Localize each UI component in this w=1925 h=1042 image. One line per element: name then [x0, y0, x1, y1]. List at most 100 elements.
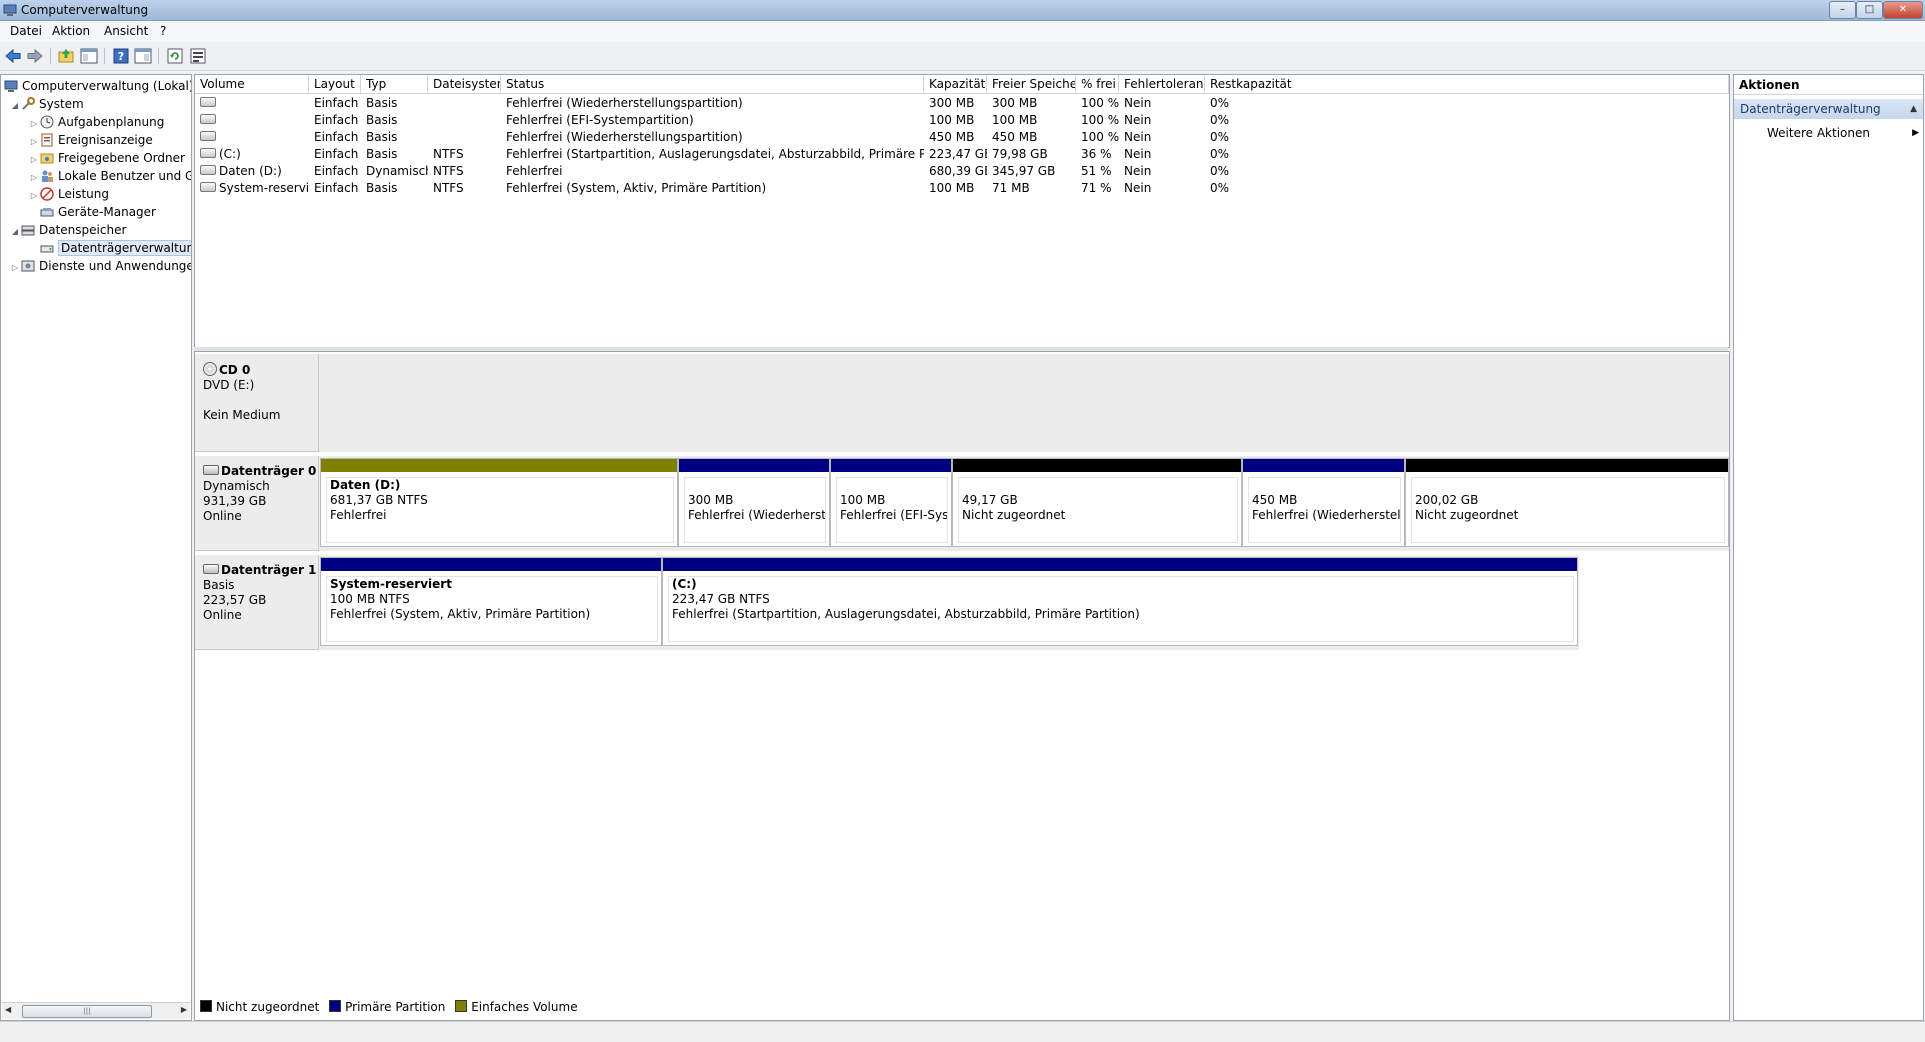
close-button[interactable]: ✕ [1883, 1, 1923, 19]
volume-icon [200, 165, 216, 175]
disk-state: Online [203, 608, 242, 622]
tree-item-system[interactable]: ◢ System [9, 95, 84, 113]
column-header-volume[interactable]: Volume [195, 75, 309, 93]
partition-unallocated-200gb[interactable]: 200,02 GB Nicht zugeordnet [1405, 458, 1729, 547]
free-space-cell: 71 MB [992, 181, 1030, 195]
tree-item-freigegebene-ordner[interactable]: ▷ Freigegebene Ordner [28, 149, 185, 167]
partition-unallocated-49gb[interactable]: 49,17 GB Nicht zugeordnet [952, 458, 1242, 547]
title-bar: Computerverwaltung – □ ✕ [0, 0, 1925, 21]
overhead-cell: 0% [1210, 164, 1230, 178]
percent-free-cell: 100 % [1081, 130, 1119, 144]
column-header-layout[interactable]: Layout [309, 75, 361, 93]
tree-item-label: Ereignisanzeige [58, 133, 153, 147]
expand-icon[interactable]: ▷ [9, 259, 21, 277]
partition-c[interactable]: (C:) 223,47 GB NTFS Fehlerfrei (Startpar… [662, 557, 1578, 646]
help-icon[interactable]: ? [111, 47, 131, 65]
tree-horizontal-scrollbar[interactable]: ◀ ||| ▶ [2, 1002, 190, 1019]
forward-arrow-icon[interactable] [25, 47, 45, 65]
filesystem-cell: NTFS [433, 181, 464, 195]
scrollbar-thumb[interactable]: ||| [22, 1005, 152, 1018]
window-title: Computerverwaltung [21, 3, 149, 17]
refresh-icon[interactable] [165, 47, 185, 65]
partition-name: System-reserviert [330, 577, 452, 591]
volume-cell: System-reserviert [195, 180, 309, 197]
actions-section-datentraegerverwaltung[interactable]: Datenträgerverwaltung ▲ [1734, 99, 1923, 119]
volume-row[interactable]: Einfach Basis Fehlerfrei (Wiederherstell… [195, 129, 1729, 146]
collapse-icon[interactable]: ◢ [9, 223, 21, 241]
tree-root[interactable]: Computerverwaltung (Lokal) [4, 77, 191, 95]
tools-icon [21, 97, 35, 111]
tree-item-ereignisanzeige[interactable]: ▷ Ereignisanzeige [28, 131, 153, 149]
overhead-cell: 0% [1210, 181, 1230, 195]
tree-item-geraete-manager[interactable]: Geräte-Manager [28, 203, 156, 221]
partition-color-bar [1243, 459, 1404, 472]
volume-row[interactable]: System-reserviert Einfach Basis NTFS Feh… [195, 180, 1729, 197]
disk-name: CD 0 [219, 363, 251, 377]
column-header-fehlertoleranz[interactable]: Fehlertoleranz [1119, 75, 1205, 93]
tree-item-lokale-benutzer[interactable]: ▷ Lokale Benutzer und Gr [28, 167, 191, 185]
show-hide-tree-icon[interactable] [79, 47, 99, 65]
scroll-left-icon[interactable]: ◀ [5, 1005, 11, 1014]
svg-text:?: ? [118, 50, 124, 63]
cd0-body [319, 354, 1729, 452]
partition-recovery-450mb[interactable]: 450 MB Fehlerfrei (Wiederherstellun [1242, 458, 1405, 547]
column-header-status[interactable]: Status [501, 75, 924, 93]
collapse-icon[interactable]: ◢ [9, 97, 21, 115]
disk-type: Basis [203, 578, 235, 592]
tree-item-aufgabenplanung[interactable]: ▷ Aufgabenplanung [28, 113, 164, 131]
percent-free-cell: 36 % [1081, 147, 1112, 161]
disk-type: DVD (E:) [203, 378, 255, 392]
maximize-button[interactable]: □ [1856, 1, 1883, 19]
column-header-prozent-frei[interactable]: % frei [1076, 75, 1119, 93]
volume-row[interactable]: Einfach Basis Fehlerfrei (Wiederherstell… [195, 95, 1729, 112]
volume-row[interactable]: Daten (D:) Einfach Dynamisch NTFS Fehler… [195, 163, 1729, 180]
partition-status: Fehlerfrei (Startpartition, Auslagerungs… [672, 607, 1140, 621]
minimize-button[interactable]: – [1829, 1, 1856, 19]
column-header-restkapazitaet[interactable]: Restkapazität [1205, 75, 1729, 93]
show-hide-action-pane-icon[interactable] [133, 47, 153, 65]
disk-row-disk1: Datenträger 1 Basis 223,57 GB Online Sys… [195, 555, 1729, 650]
partition-recovery-300mb[interactable]: 300 MB Fehlerfrei (Wiederherstellu [678, 458, 830, 547]
partition-system-reserviert[interactable]: System-reserviert 100 MB NTFS Fehlerfrei… [320, 557, 662, 646]
partition-daten-d[interactable]: Daten (D:) 681,37 GB NTFS Fehlerfrei [320, 458, 678, 547]
menu-datei[interactable]: Datei [10, 24, 42, 38]
disk-label-disk1[interactable]: Datenträger 1 Basis 223,57 GB Online [195, 555, 319, 650]
column-header-freier-speicher[interactable]: Freier Speicher [987, 75, 1076, 93]
column-header-typ[interactable]: Typ [361, 75, 428, 93]
tree-item-label: Freigegebene Ordner [58, 151, 185, 165]
disk-label-cd0[interactable]: CD 0 DVD (E:) Kein Medium [195, 354, 319, 452]
disk-size: 223,57 GB [203, 593, 267, 607]
collapse-up-icon[interactable]: ▲ [1910, 99, 1917, 119]
action-weitere-aktionen[interactable]: Weitere Aktionen ▶ [1734, 123, 1923, 143]
properties-icon[interactable] [188, 47, 208, 65]
tree-item-datenspeicher[interactable]: ◢ Datenspeicher [9, 221, 126, 239]
fault-tolerance-cell: Nein [1124, 113, 1152, 127]
menu-aktion[interactable]: Aktion [52, 24, 90, 38]
tree-item-datentraegerverwaltung[interactable]: Datenträgerverwaltung [28, 239, 191, 257]
partition-color-bar [663, 558, 1577, 571]
disk-state: Online [203, 509, 242, 523]
tree-item-leistung[interactable]: ▷ Leistung [28, 185, 109, 203]
scroll-right-icon[interactable]: ▶ [181, 1005, 187, 1014]
free-space-cell: 300 MB [992, 96, 1038, 110]
partition-efi-100mb[interactable]: 100 MB Fehlerfrei (EFI-Syster [830, 458, 952, 547]
layout-cell: Einfach [314, 147, 359, 161]
menu-ansicht[interactable]: Ansicht [104, 24, 148, 38]
disk-label-disk0[interactable]: Datenträger 0 Dynamisch 931,39 GB Online [195, 456, 319, 551]
partition-size: 49,17 GB [962, 493, 1018, 507]
back-arrow-icon[interactable] [3, 47, 23, 65]
disk-state: Kein Medium [203, 408, 281, 422]
volume-row[interactable]: (C:) Einfach Basis NTFS Fehlerfrei (Star… [195, 146, 1729, 163]
up-folder-icon[interactable] [56, 47, 76, 65]
device-manager-icon [40, 205, 54, 219]
volume-row[interactable]: Einfach Basis Fehlerfrei (EFI-Systempart… [195, 112, 1729, 129]
column-header-dateisystem[interactable]: Dateisystem [428, 75, 501, 93]
legend-swatch [455, 1000, 468, 1012]
status-cell: Fehlerfrei (Wiederherstellungspartition) [506, 130, 743, 144]
menu-help[interactable]: ? [160, 24, 166, 38]
tree-item-dienste-und-anwendungen[interactable]: ▷ Dienste und Anwendungen [9, 257, 191, 277]
free-space-cell: 100 MB [992, 113, 1038, 127]
filesystem-cell [428, 95, 501, 112]
column-header-kapazitaet[interactable]: Kapazität [924, 75, 987, 93]
percent-free-cell: 100 % [1081, 113, 1119, 127]
